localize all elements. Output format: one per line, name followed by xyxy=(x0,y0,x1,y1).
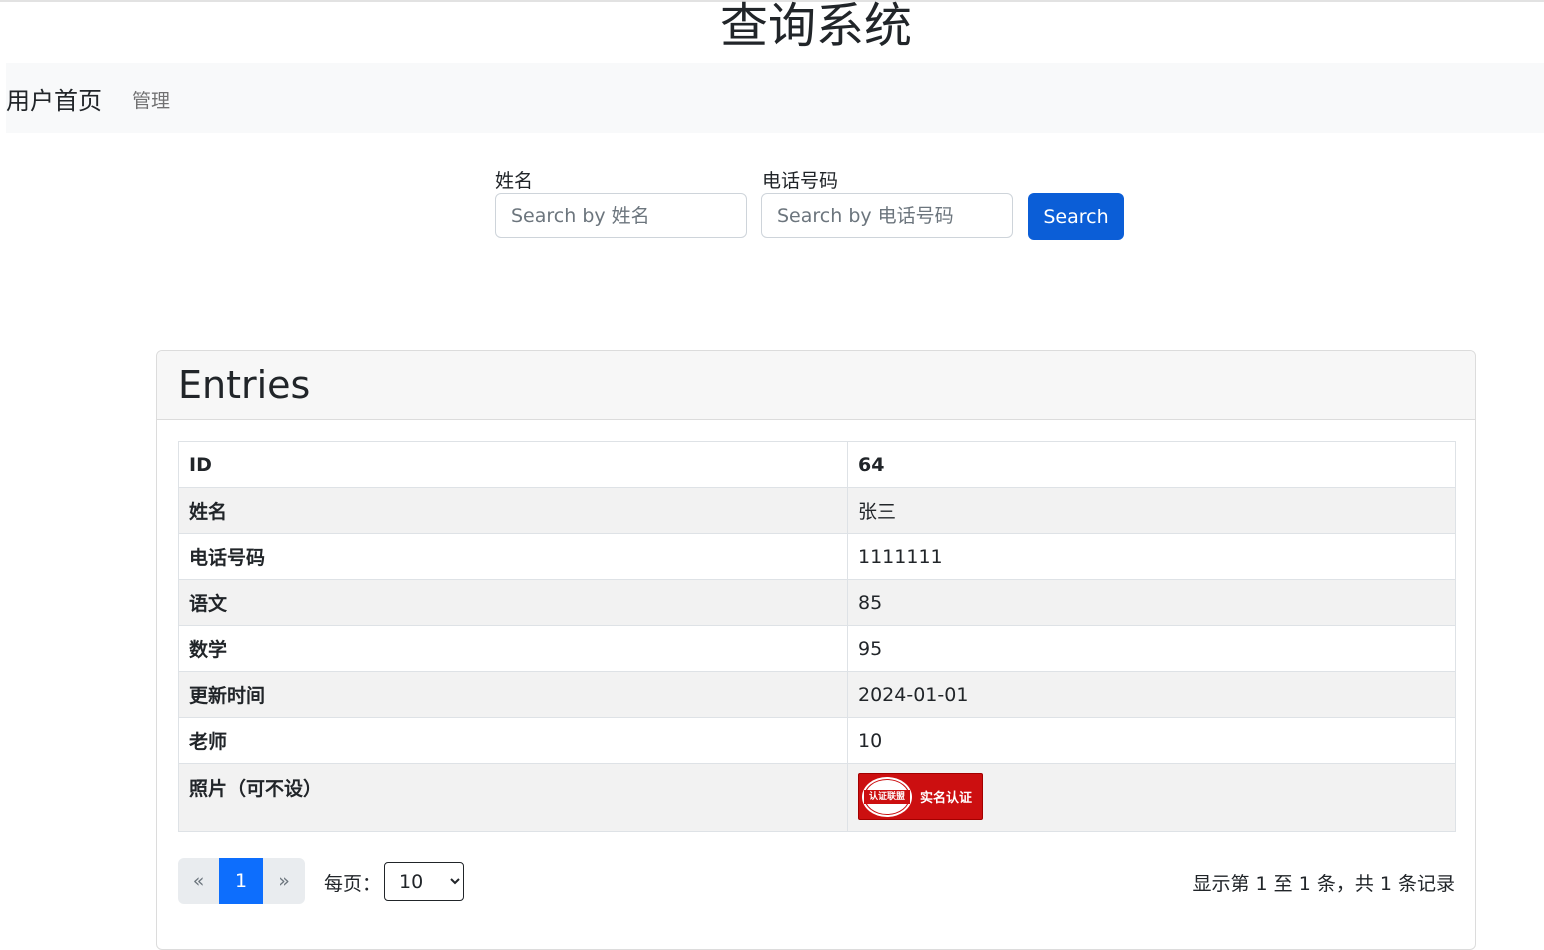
field-key: 语文 xyxy=(178,579,848,626)
seal-icon: 认证联盟 xyxy=(862,776,912,817)
card-header: Entries xyxy=(157,351,1475,420)
field-key: 照片（可不设） xyxy=(178,763,848,832)
field-key: ID xyxy=(178,441,848,488)
table-row: ID 64 xyxy=(178,441,1456,488)
field-value: 1111111 xyxy=(847,533,1456,580)
field-value: 张三 xyxy=(847,487,1456,534)
field-key: 更新时间 xyxy=(178,671,848,718)
name-label: 姓名 xyxy=(495,170,534,192)
table-row: 更新时间 2024-01-01 xyxy=(178,671,1456,718)
table-row: 老师 10 xyxy=(178,717,1456,764)
badge-text: 实名认证 xyxy=(920,791,973,806)
search-button[interactable]: Search xyxy=(1028,193,1124,240)
field-key: 数学 xyxy=(178,625,848,672)
field-key: 电话号码 xyxy=(178,533,848,580)
pagination-page[interactable]: 1 xyxy=(219,858,263,904)
entries-table: ID 64 姓名 张三 电话号码 1111111 语文 85 数学 95 更新时… xyxy=(178,441,1456,832)
navbar: 用户首页 管理 xyxy=(6,63,1544,133)
field-value: 10 xyxy=(847,717,1456,764)
photo-image: 认证联盟 实名认证 xyxy=(858,773,983,820)
phone-search-input[interactable] xyxy=(761,193,1013,238)
table-row: 数学 95 xyxy=(178,625,1456,672)
field-key: 姓名 xyxy=(178,487,848,534)
name-search-input[interactable] xyxy=(495,193,747,238)
field-value: 认证联盟 实名认证 xyxy=(847,763,1456,832)
pagination-prev[interactable]: « xyxy=(178,858,219,904)
seal-ring xyxy=(864,778,910,815)
table-row: 姓名 张三 xyxy=(178,487,1456,534)
table-row: 照片（可不设） 认证联盟 实名认证 xyxy=(178,763,1456,832)
field-value: 95 xyxy=(847,625,1456,672)
card-title: Entries xyxy=(178,363,311,407)
pagination: « 1 » xyxy=(178,858,305,904)
per-page-select[interactable]: 10 xyxy=(384,862,464,901)
records-info: 显示第 1 至 1 条，共 1 条记录 xyxy=(1192,873,1455,895)
field-value: 2024-01-01 xyxy=(847,671,1456,718)
field-value: 85 xyxy=(847,579,1456,626)
per-page-label: 每页： xyxy=(324,873,382,895)
page-title: 查询系统 xyxy=(719,0,912,54)
nav-brand-home[interactable]: 用户首页 xyxy=(6,81,102,116)
field-key: 老师 xyxy=(178,717,848,764)
phone-label: 电话号码 xyxy=(762,170,839,192)
nav-item-manage[interactable]: 管理 xyxy=(132,86,170,113)
table-row: 电话号码 1111111 xyxy=(178,533,1456,580)
table-row: 语文 85 xyxy=(178,579,1456,626)
pagination-next[interactable]: » xyxy=(263,858,305,904)
entries-card: Entries ID 64 姓名 张三 电话号码 1111111 语文 85 数… xyxy=(156,350,1476,950)
field-value: 64 xyxy=(847,441,1456,488)
